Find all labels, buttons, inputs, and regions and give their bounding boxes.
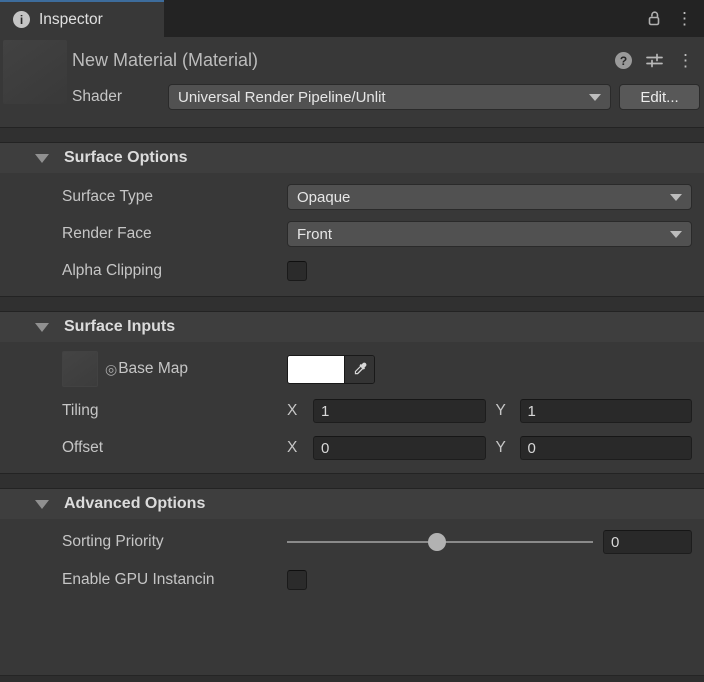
- shader-dropdown-value: Universal Render Pipeline/Unlit: [178, 89, 386, 106]
- offset-row: Offset X Y: [0, 435, 704, 461]
- shader-label: Shader: [72, 88, 168, 106]
- tab-inspector[interactable]: i Inspector: [0, 0, 164, 37]
- alpha-clipping-label: Alpha Clipping: [62, 262, 287, 280]
- surface-options-body: Surface Type Opaque Render Face Front Al…: [0, 184, 704, 296]
- sorting-priority-slider[interactable]: [287, 529, 593, 555]
- gpu-instancing-row: Enable GPU Instancin: [0, 567, 704, 593]
- tiling-y-field[interactable]: [520, 399, 693, 423]
- section-header-surface-options[interactable]: Surface Options: [0, 143, 704, 173]
- sorting-priority-slider-knob[interactable]: [428, 533, 446, 551]
- render-face-value: Front: [297, 226, 332, 243]
- unlock-icon[interactable]: [645, 10, 662, 27]
- sorting-priority-field[interactable]: [603, 530, 692, 554]
- section-divider: [0, 473, 704, 489]
- gpu-instancing-label: Enable GPU Instancin: [62, 571, 287, 589]
- base-map-color-control: [287, 355, 375, 384]
- render-face-label: Render Face: [62, 225, 287, 243]
- base-map-row: ◎ Base Map: [0, 350, 704, 388]
- section-divider: [0, 296, 704, 312]
- offset-x-label: X: [287, 439, 313, 457]
- material-preview-thumbnail[interactable]: [3, 40, 67, 104]
- alpha-clipping-checkbox[interactable]: [287, 261, 307, 281]
- material-header: New Material (Material) ? ⋮ Shader Unive…: [0, 37, 704, 127]
- help-icon[interactable]: ?: [615, 52, 632, 69]
- base-map-texture-slot[interactable]: [62, 351, 98, 387]
- material-title: New Material (Material): [72, 50, 602, 71]
- tab-inspector-label: Inspector: [39, 11, 103, 29]
- tiling-row: Tiling X Y: [0, 398, 704, 424]
- chevron-down-icon: [670, 231, 682, 238]
- window-bottom-edge: [0, 675, 704, 682]
- section-header-surface-inputs[interactable]: Surface Inputs: [0, 312, 704, 342]
- foldout-triangle-icon[interactable]: [35, 323, 49, 332]
- base-map-label: Base Map: [118, 360, 188, 378]
- offset-x-field[interactable]: [313, 436, 486, 460]
- base-map-color-swatch[interactable]: [288, 356, 344, 383]
- offset-y-label: Y: [496, 439, 520, 457]
- foldout-triangle-icon[interactable]: [35, 500, 49, 509]
- section-divider: [0, 127, 704, 143]
- foldout-triangle-icon[interactable]: [35, 154, 49, 163]
- edit-shader-button[interactable]: Edit...: [619, 84, 700, 110]
- presets-icon[interactable]: [645, 52, 664, 69]
- tiling-x-label: X: [287, 402, 313, 420]
- tiling-y-label: Y: [496, 402, 520, 420]
- tiling-label: Tiling: [62, 402, 287, 420]
- gpu-instancing-checkbox[interactable]: [287, 570, 307, 590]
- section-title: Advanced Options: [64, 495, 205, 513]
- offset-label: Offset: [62, 439, 287, 457]
- chevron-down-icon: [670, 194, 682, 201]
- surface-type-row: Surface Type Opaque: [0, 184, 704, 210]
- object-picker-icon[interactable]: ◎: [105, 361, 117, 378]
- material-title-row: New Material (Material) ? ⋮: [0, 37, 704, 71]
- eyedropper-icon: [353, 362, 367, 376]
- sorting-priority-row: Sorting Priority: [0, 529, 704, 555]
- shader-dropdown[interactable]: Universal Render Pipeline/Unlit: [168, 84, 611, 110]
- chevron-down-icon: [589, 94, 601, 101]
- sorting-priority-label: Sorting Priority: [62, 533, 287, 551]
- tab-bar-actions: ⋮: [645, 0, 704, 37]
- shader-row: Shader Universal Render Pipeline/Unlit E…: [0, 84, 704, 110]
- surface-inputs-body: ◎ Base Map Tiling X Y Offset X: [0, 350, 704, 473]
- surface-type-dropdown[interactable]: Opaque: [287, 184, 692, 210]
- render-face-row: Render Face Front: [0, 221, 704, 247]
- section-title: Surface Options: [64, 149, 188, 167]
- surface-type-label: Surface Type: [62, 188, 287, 206]
- section-title: Surface Inputs: [64, 318, 175, 336]
- offset-y-field[interactable]: [520, 436, 693, 460]
- alpha-clipping-row: Alpha Clipping: [0, 258, 704, 284]
- section-header-advanced-options[interactable]: Advanced Options: [0, 489, 704, 519]
- render-face-dropdown[interactable]: Front: [287, 221, 692, 247]
- eyedropper-button[interactable]: [344, 356, 374, 383]
- tab-bar: i Inspector ⋮: [0, 0, 704, 37]
- material-menu-icon[interactable]: ⋮: [677, 52, 694, 69]
- tab-menu-icon[interactable]: ⋮: [676, 10, 693, 27]
- advanced-options-body: Sorting Priority Enable GPU Instancin: [0, 529, 704, 593]
- tiling-x-field[interactable]: [313, 399, 486, 423]
- surface-type-value: Opaque: [297, 189, 350, 206]
- info-icon: i: [13, 11, 30, 28]
